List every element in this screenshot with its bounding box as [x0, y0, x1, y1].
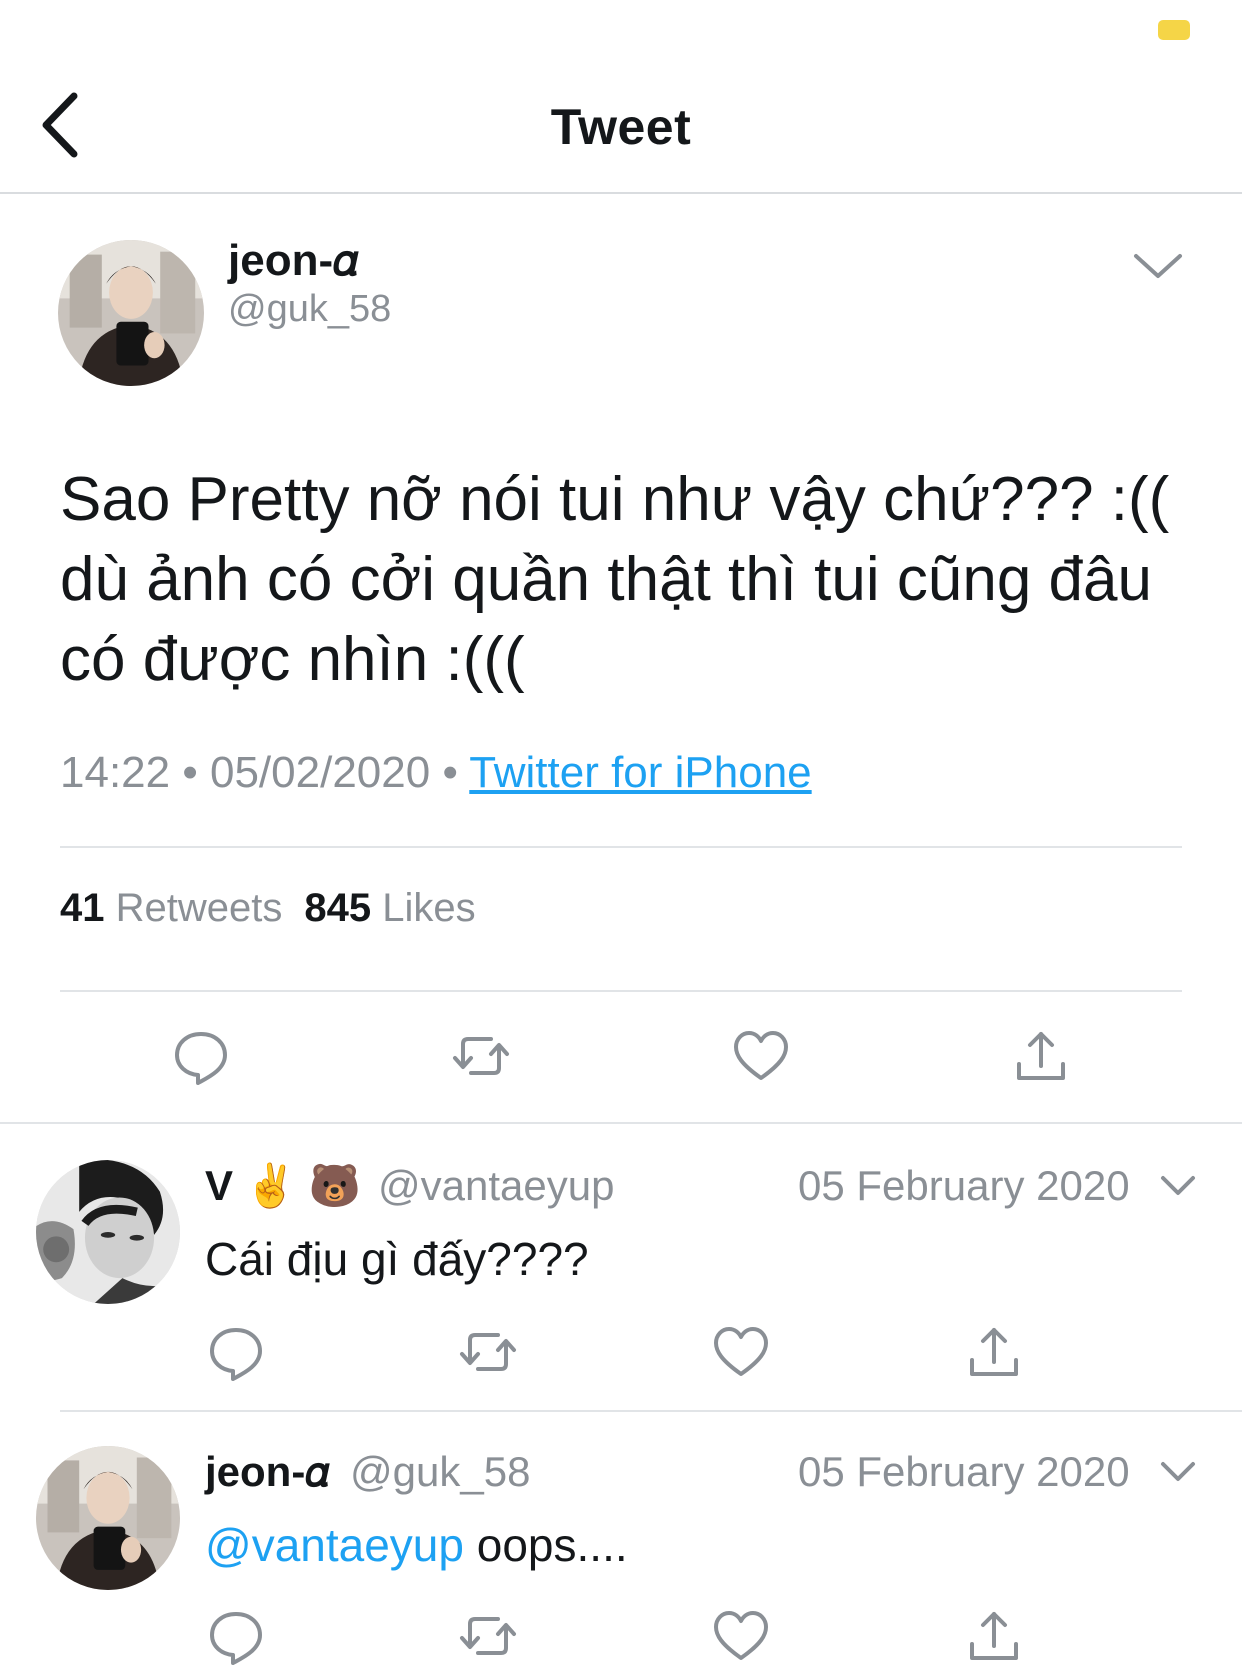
retweet-button[interactable]: [458, 1606, 518, 1666]
share-icon: [1017, 1032, 1065, 1080]
meta-separator: •: [182, 748, 198, 797]
avatar-image: [58, 240, 204, 386]
likes-stat[interactable]: 845 Likes: [304, 886, 475, 930]
avatar-image: [36, 1446, 180, 1590]
divider: [0, 1122, 1242, 1124]
divider: [60, 990, 1182, 992]
mention-link[interactable]: @vantaeyup: [205, 1519, 464, 1571]
share-button[interactable]: [964, 1322, 1024, 1382]
reply-button[interactable]: [206, 1606, 266, 1666]
retweets-label: Retweets: [115, 886, 283, 930]
tweet-options-button[interactable]: [1130, 248, 1186, 284]
divider: [60, 1410, 1242, 1412]
chevron-down-icon: [1161, 1462, 1195, 1481]
reply-author-handle[interactable]: @guk_58: [350, 1448, 530, 1496]
like-icon: [714, 1611, 768, 1660]
avatar-image: [36, 1160, 180, 1304]
likes-label: Likes: [382, 886, 476, 930]
share-icon: [970, 1328, 1018, 1376]
likes-count: 845: [304, 886, 372, 930]
retweet-icon: [460, 1617, 516, 1655]
like-button[interactable]: [731, 1026, 791, 1086]
chevron-down-icon: [1134, 254, 1182, 278]
reply-author-name[interactable]: V ✌️ 🐻: [205, 1162, 361, 1211]
reply-author-handle[interactable]: @vantaeyup: [378, 1162, 614, 1210]
retweet-button[interactable]: [458, 1322, 518, 1382]
share-icon: [970, 1612, 1018, 1660]
like-icon: [734, 1031, 788, 1080]
reply-date: 05 February 2020: [798, 1162, 1130, 1209]
reply-options-button[interactable]: [1158, 1458, 1198, 1486]
retweets-stat[interactable]: 41 Retweets: [60, 886, 282, 930]
reply-avatar[interactable]: [36, 1446, 180, 1590]
tweet-text: Sao Pretty nỡ nói tui như vậy chứ??? :((…: [60, 465, 1170, 694]
reply-icon: [210, 1612, 262, 1665]
share-button[interactable]: [964, 1606, 1024, 1666]
reply-text: @vantaeyup oops....: [205, 1518, 628, 1572]
reply-button[interactable]: [206, 1322, 266, 1382]
navigation-bar: Tweet: [0, 60, 1242, 194]
reply-button[interactable]: [171, 1026, 231, 1086]
author-handle[interactable]: @guk_58: [228, 288, 391, 331]
reply-text-body: oops....: [463, 1519, 628, 1571]
retweet-icon: [453, 1037, 509, 1075]
author-avatar[interactable]: [58, 240, 204, 386]
like-button[interactable]: [711, 1606, 771, 1666]
author-name[interactable]: jeon-𝛼: [228, 236, 359, 286]
reply-avatar[interactable]: [36, 1160, 180, 1304]
reply-date: 05 February 2020: [798, 1448, 1130, 1495]
reply-icon: [175, 1032, 227, 1085]
tweet-stats: 41 Retweets 845 Likes: [60, 886, 476, 931]
meta-separator: •: [442, 748, 458, 797]
tweet-source-link[interactable]: Twitter for iPhone: [469, 748, 811, 797]
like-button[interactable]: [711, 1322, 771, 1382]
battery-indicator: [1158, 20, 1190, 40]
reply-icon: [210, 1328, 262, 1381]
divider: [60, 846, 1182, 848]
retweet-button[interactable]: [451, 1026, 511, 1086]
reply-text: Cái địu gì đấy????: [205, 1233, 589, 1285]
tweet-date: 05/02/2020: [209, 748, 431, 797]
chevron-down-icon: [1161, 1176, 1195, 1195]
tweet-meta: 14:22 • 05/02/2020 • Twitter for iPhone: [60, 748, 812, 798]
tweet-time: 14:22: [60, 748, 171, 797]
reply-author-name[interactable]: jeon-𝛼: [205, 1448, 330, 1497]
like-icon: [714, 1327, 768, 1376]
share-button[interactable]: [1011, 1026, 1071, 1086]
reply-options-button[interactable]: [1158, 1172, 1198, 1200]
retweets-count: 41: [60, 886, 105, 930]
retweet-icon: [460, 1333, 516, 1371]
page-title: Tweet: [550, 99, 692, 155]
